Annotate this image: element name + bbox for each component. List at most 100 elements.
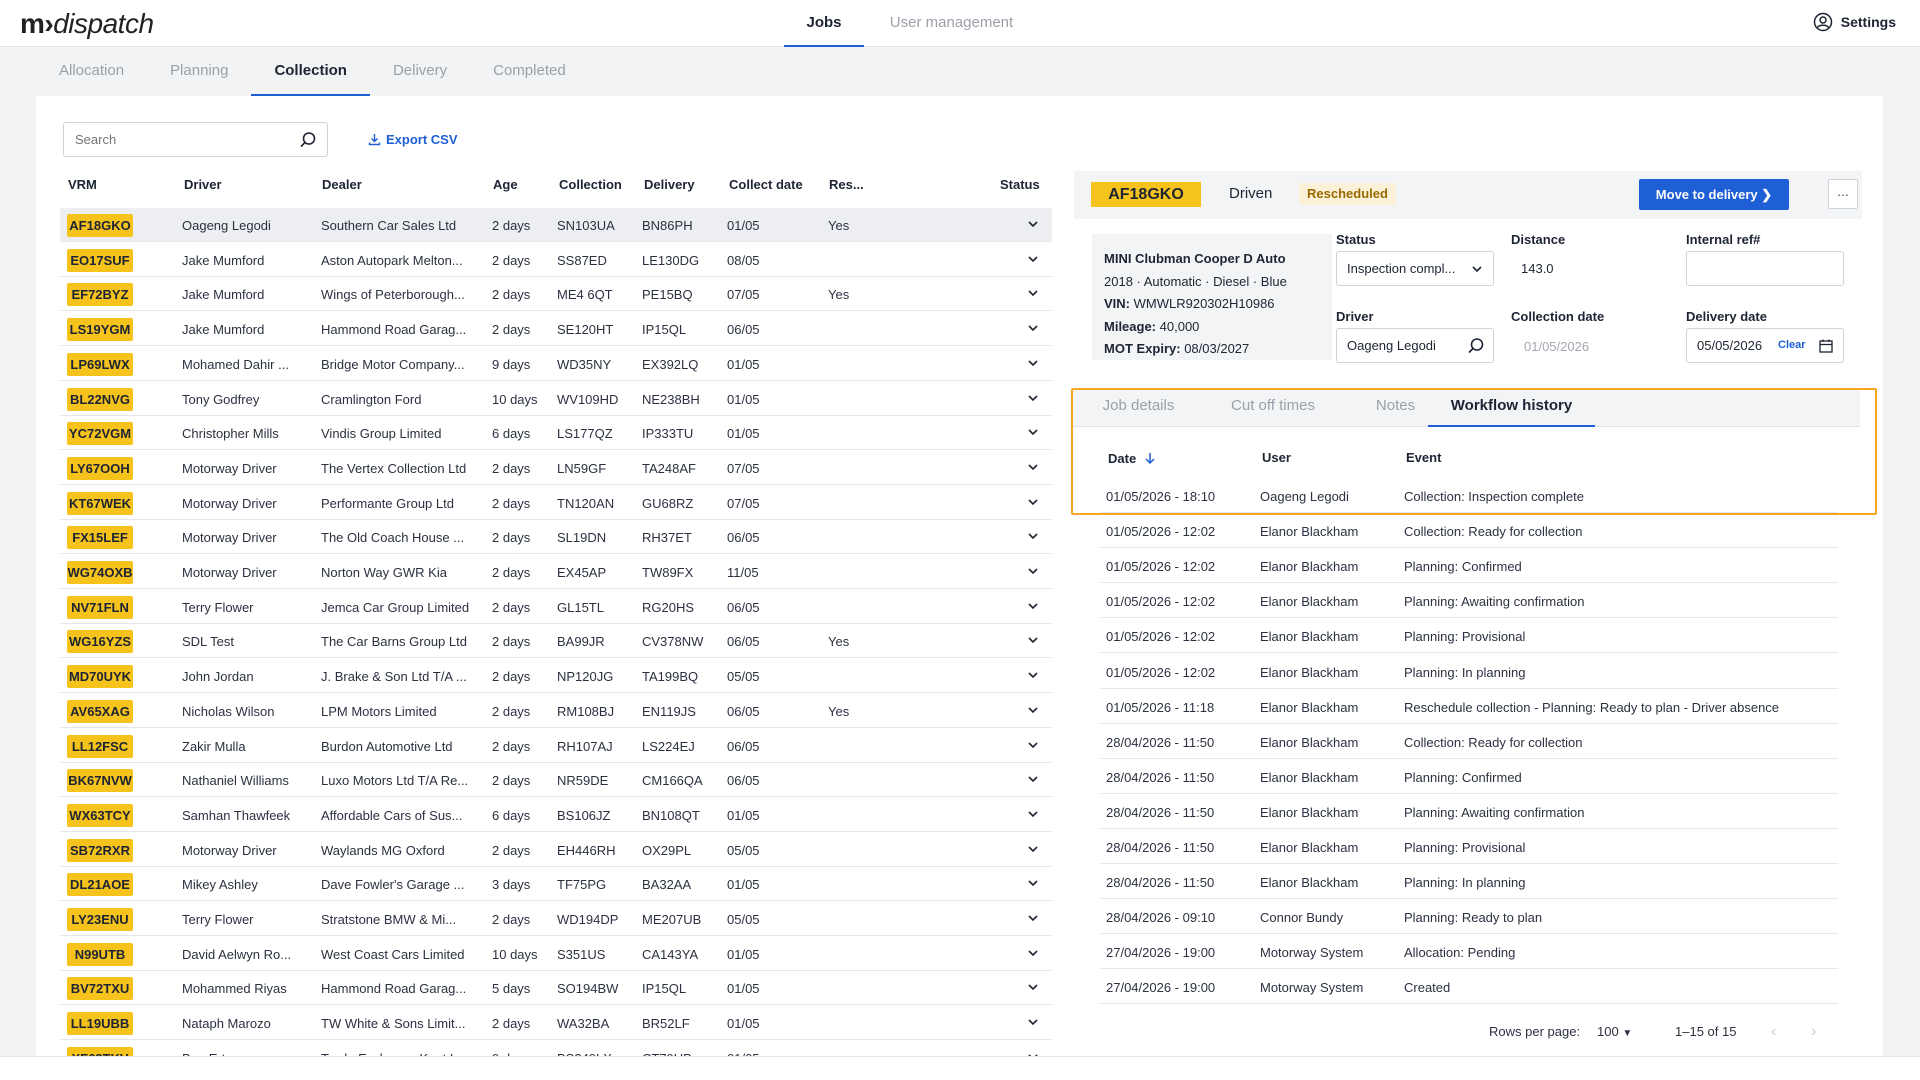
table-row[interactable]: KT67WEK Motorway Driver Performante Group … — [60, 486, 1052, 520]
cell-collection: SO194BW — [557, 981, 619, 997]
col-delivery[interactable]: Delivery — [644, 177, 695, 192]
driver-field[interactable]: Oageng Legodi — [1336, 328, 1494, 363]
chevron-down-icon[interactable] — [1027, 705, 1039, 715]
table-row[interactable]: MD70UYK John Jordan J. Brake & Son Ltd T/A… — [60, 659, 1052, 694]
prev-page-icon[interactable]: ‹ — [1771, 1023, 1776, 1041]
table-row[interactable]: LS19YGM Jake Mumford Hammond Road Garag...… — [60, 312, 1052, 347]
more-options-button[interactable]: ... — [1828, 179, 1858, 209]
chevron-down-icon[interactable] — [1027, 288, 1039, 298]
chevron-down-icon[interactable] — [1027, 497, 1039, 507]
table-row[interactable]: WX63TCY Samhan Thawfeek Affordable Cars of… — [60, 798, 1052, 832]
move-to-delivery-button[interactable]: Move to delivery ❯ — [1639, 179, 1789, 210]
app-logo[interactable]: m›dispatch — [20, 8, 154, 40]
table-row[interactable]: LL19UBB Nataph Marozo TW White & Sons Limi… — [60, 1006, 1052, 1041]
wh-col-date[interactable]: Date — [1108, 450, 1155, 466]
settings-button[interactable]: Settings — [1813, 12, 1896, 32]
chevron-down-icon[interactable] — [1027, 462, 1039, 472]
search-icon[interactable] — [299, 131, 317, 149]
internal-ref-input[interactable] — [1686, 251, 1844, 286]
table-row[interactable]: BK67NVW Nathaniel Williams Luxo Motors Ltd… — [60, 763, 1052, 798]
export-csv-button[interactable]: Export CSV — [368, 132, 458, 147]
col-collection[interactable]: Collection — [559, 177, 622, 192]
search-icon[interactable] — [1467, 337, 1485, 355]
col-collect-date[interactable]: Collect date — [729, 177, 803, 192]
vrm-plate: LY23ENU — [67, 908, 133, 931]
chevron-down-icon[interactable] — [1027, 358, 1039, 368]
chevron-down-icon[interactable] — [1027, 393, 1039, 403]
table-row[interactable]: SB72RXR Motorway Driver Waylands MG Oxford… — [60, 833, 1052, 867]
chevron-down-icon[interactable] — [1027, 948, 1039, 958]
table-row[interactable]: WG16YZS SDL Test The Car Barns Group Ltd 2 … — [60, 624, 1052, 659]
table-row[interactable]: DL21AOE Mikey Ashley Dave Fowler's Garage … — [60, 867, 1052, 902]
rows-per-page-select[interactable]: 100 ▼ — [1597, 1024, 1632, 1039]
cell-delivery: LE130DG — [642, 252, 700, 268]
col-vrm[interactable]: VRM — [68, 177, 97, 192]
table-row[interactable]: WG74OXB Motorway Driver Norton Way GWR Kia… — [60, 555, 1052, 589]
table-row[interactable]: FX15LEF Motorway Driver The Old Coach Hous… — [60, 520, 1052, 555]
cell-dealer: The Car Barns Group Ltd — [321, 634, 467, 650]
cell-driver: David Aelwyn Ro... — [182, 946, 292, 962]
col-driver[interactable]: Driver — [184, 177, 222, 192]
col-res[interactable]: Res... — [829, 177, 864, 192]
tab-workflow-history[interactable]: Workflow history — [1428, 389, 1595, 427]
tab-cut-off-times[interactable]: Cut off times — [1218, 389, 1328, 427]
vrm-plate: DL21AOE — [67, 873, 133, 897]
table-row[interactable]: AF18GKO Oageng Legodi Southern Car Sales L… — [60, 208, 1052, 242]
tab-jobs[interactable]: Jobs — [784, 0, 864, 47]
table-row[interactable]: LY67OOH Motorway Driver The Vertex Collect… — [60, 451, 1052, 485]
tab-job-details[interactable]: Job details — [1091, 389, 1186, 427]
chevron-down-icon[interactable] — [1027, 531, 1039, 541]
cell-dealer: Wings of Peterborough... — [321, 287, 465, 303]
chevron-down-icon[interactable] — [1027, 1017, 1039, 1027]
col-dealer[interactable]: Dealer — [322, 177, 362, 192]
workflow-row: 28/04/2026 - 11:50 Elanor Blackham Plannin… — [1100, 794, 1838, 829]
clear-delivery-date-button[interactable]: Clear — [1778, 339, 1806, 351]
table-row[interactable]: BV72TXU Mohammed Riyas Hammond Road Garag.… — [60, 971, 1052, 1006]
table-row[interactable]: N99UTB David Aelwyn Ro... West Coast Cars … — [60, 937, 1052, 971]
table-row[interactable]: BL22NVG Tony Godfrey Cramlington Ford 10 da… — [60, 382, 1052, 416]
calendar-icon[interactable] — [1819, 339, 1833, 353]
table-row[interactable]: LL12FSC Zakir Mulla Burdon Automotive Ltd 2… — [60, 729, 1052, 763]
chevron-down-icon[interactable] — [1027, 809, 1039, 819]
chevron-down-icon[interactable] — [1027, 323, 1039, 333]
table-row[interactable]: LY23ENU Terry Flower Stratstone BMW & Mi..… — [60, 902, 1052, 936]
table-row[interactable]: AV65XAG Nicholas Wilson LPM Motors Limited… — [60, 694, 1052, 728]
chevron-down-icon[interactable] — [1027, 774, 1039, 784]
subtab-planning[interactable]: Planning — [147, 56, 251, 96]
subtab-allocation[interactable]: Allocation — [36, 56, 147, 96]
table-row[interactable]: YC72VGM Christopher Mills Vindis Group Lim… — [60, 416, 1052, 451]
chevron-down-icon[interactable] — [1027, 635, 1039, 645]
vehicle-mileage: Mileage: 40,000 — [1104, 318, 1200, 334]
chevron-down-icon[interactable] — [1027, 601, 1039, 611]
chevron-down-icon[interactable] — [1027, 427, 1039, 437]
chevron-down-icon[interactable] — [1027, 982, 1039, 992]
col-age[interactable]: Age — [493, 177, 518, 192]
cell-collect-date: 06/05 — [727, 599, 760, 615]
cell-delivery: IP15QL — [642, 322, 687, 338]
table-row[interactable]: EF72BYZ Jake Mumford Wings of Peterborough… — [60, 277, 1052, 312]
chevron-down-icon[interactable] — [1027, 670, 1039, 680]
chevron-down-icon[interactable] — [1027, 913, 1039, 923]
subtab-completed[interactable]: Completed — [470, 56, 589, 96]
chevron-down-icon[interactable] — [1027, 878, 1039, 888]
subtab-delivery[interactable]: Delivery — [370, 56, 470, 96]
search-input[interactable] — [64, 123, 284, 156]
chevron-down-icon[interactable] — [1027, 254, 1039, 264]
table-row[interactable]: LP69LWX Mohamed Dahir ... Bridge Motor Com… — [60, 347, 1052, 381]
cell-age: 2 days — [492, 287, 531, 303]
table-row[interactable]: EO17SUF Jake Mumford Aston Autopark Melton… — [60, 243, 1052, 277]
cell-dealer: Performante Group Ltd — [321, 495, 454, 511]
col-status[interactable]: Status — [1000, 177, 1040, 192]
tab-user-management[interactable]: User management — [864, 0, 1039, 47]
cell-collection: NP120JG — [557, 669, 614, 685]
delivery-date-field[interactable]: 05/05/2026 — [1686, 328, 1844, 363]
chevron-down-icon[interactable] — [1027, 740, 1039, 750]
next-page-icon[interactable]: › — [1811, 1023, 1816, 1041]
chevron-down-icon[interactable] — [1027, 219, 1039, 229]
tab-notes[interactable]: Notes — [1358, 389, 1433, 427]
subtab-collection[interactable]: Collection — [251, 56, 370, 96]
table-row[interactable]: NV71FLN Terry Flower Jemca Car Group Limit… — [60, 590, 1052, 624]
status-select[interactable]: Inspection compl... — [1336, 251, 1494, 286]
chevron-down-icon[interactable] — [1027, 566, 1039, 576]
chevron-down-icon[interactable] — [1027, 844, 1039, 854]
